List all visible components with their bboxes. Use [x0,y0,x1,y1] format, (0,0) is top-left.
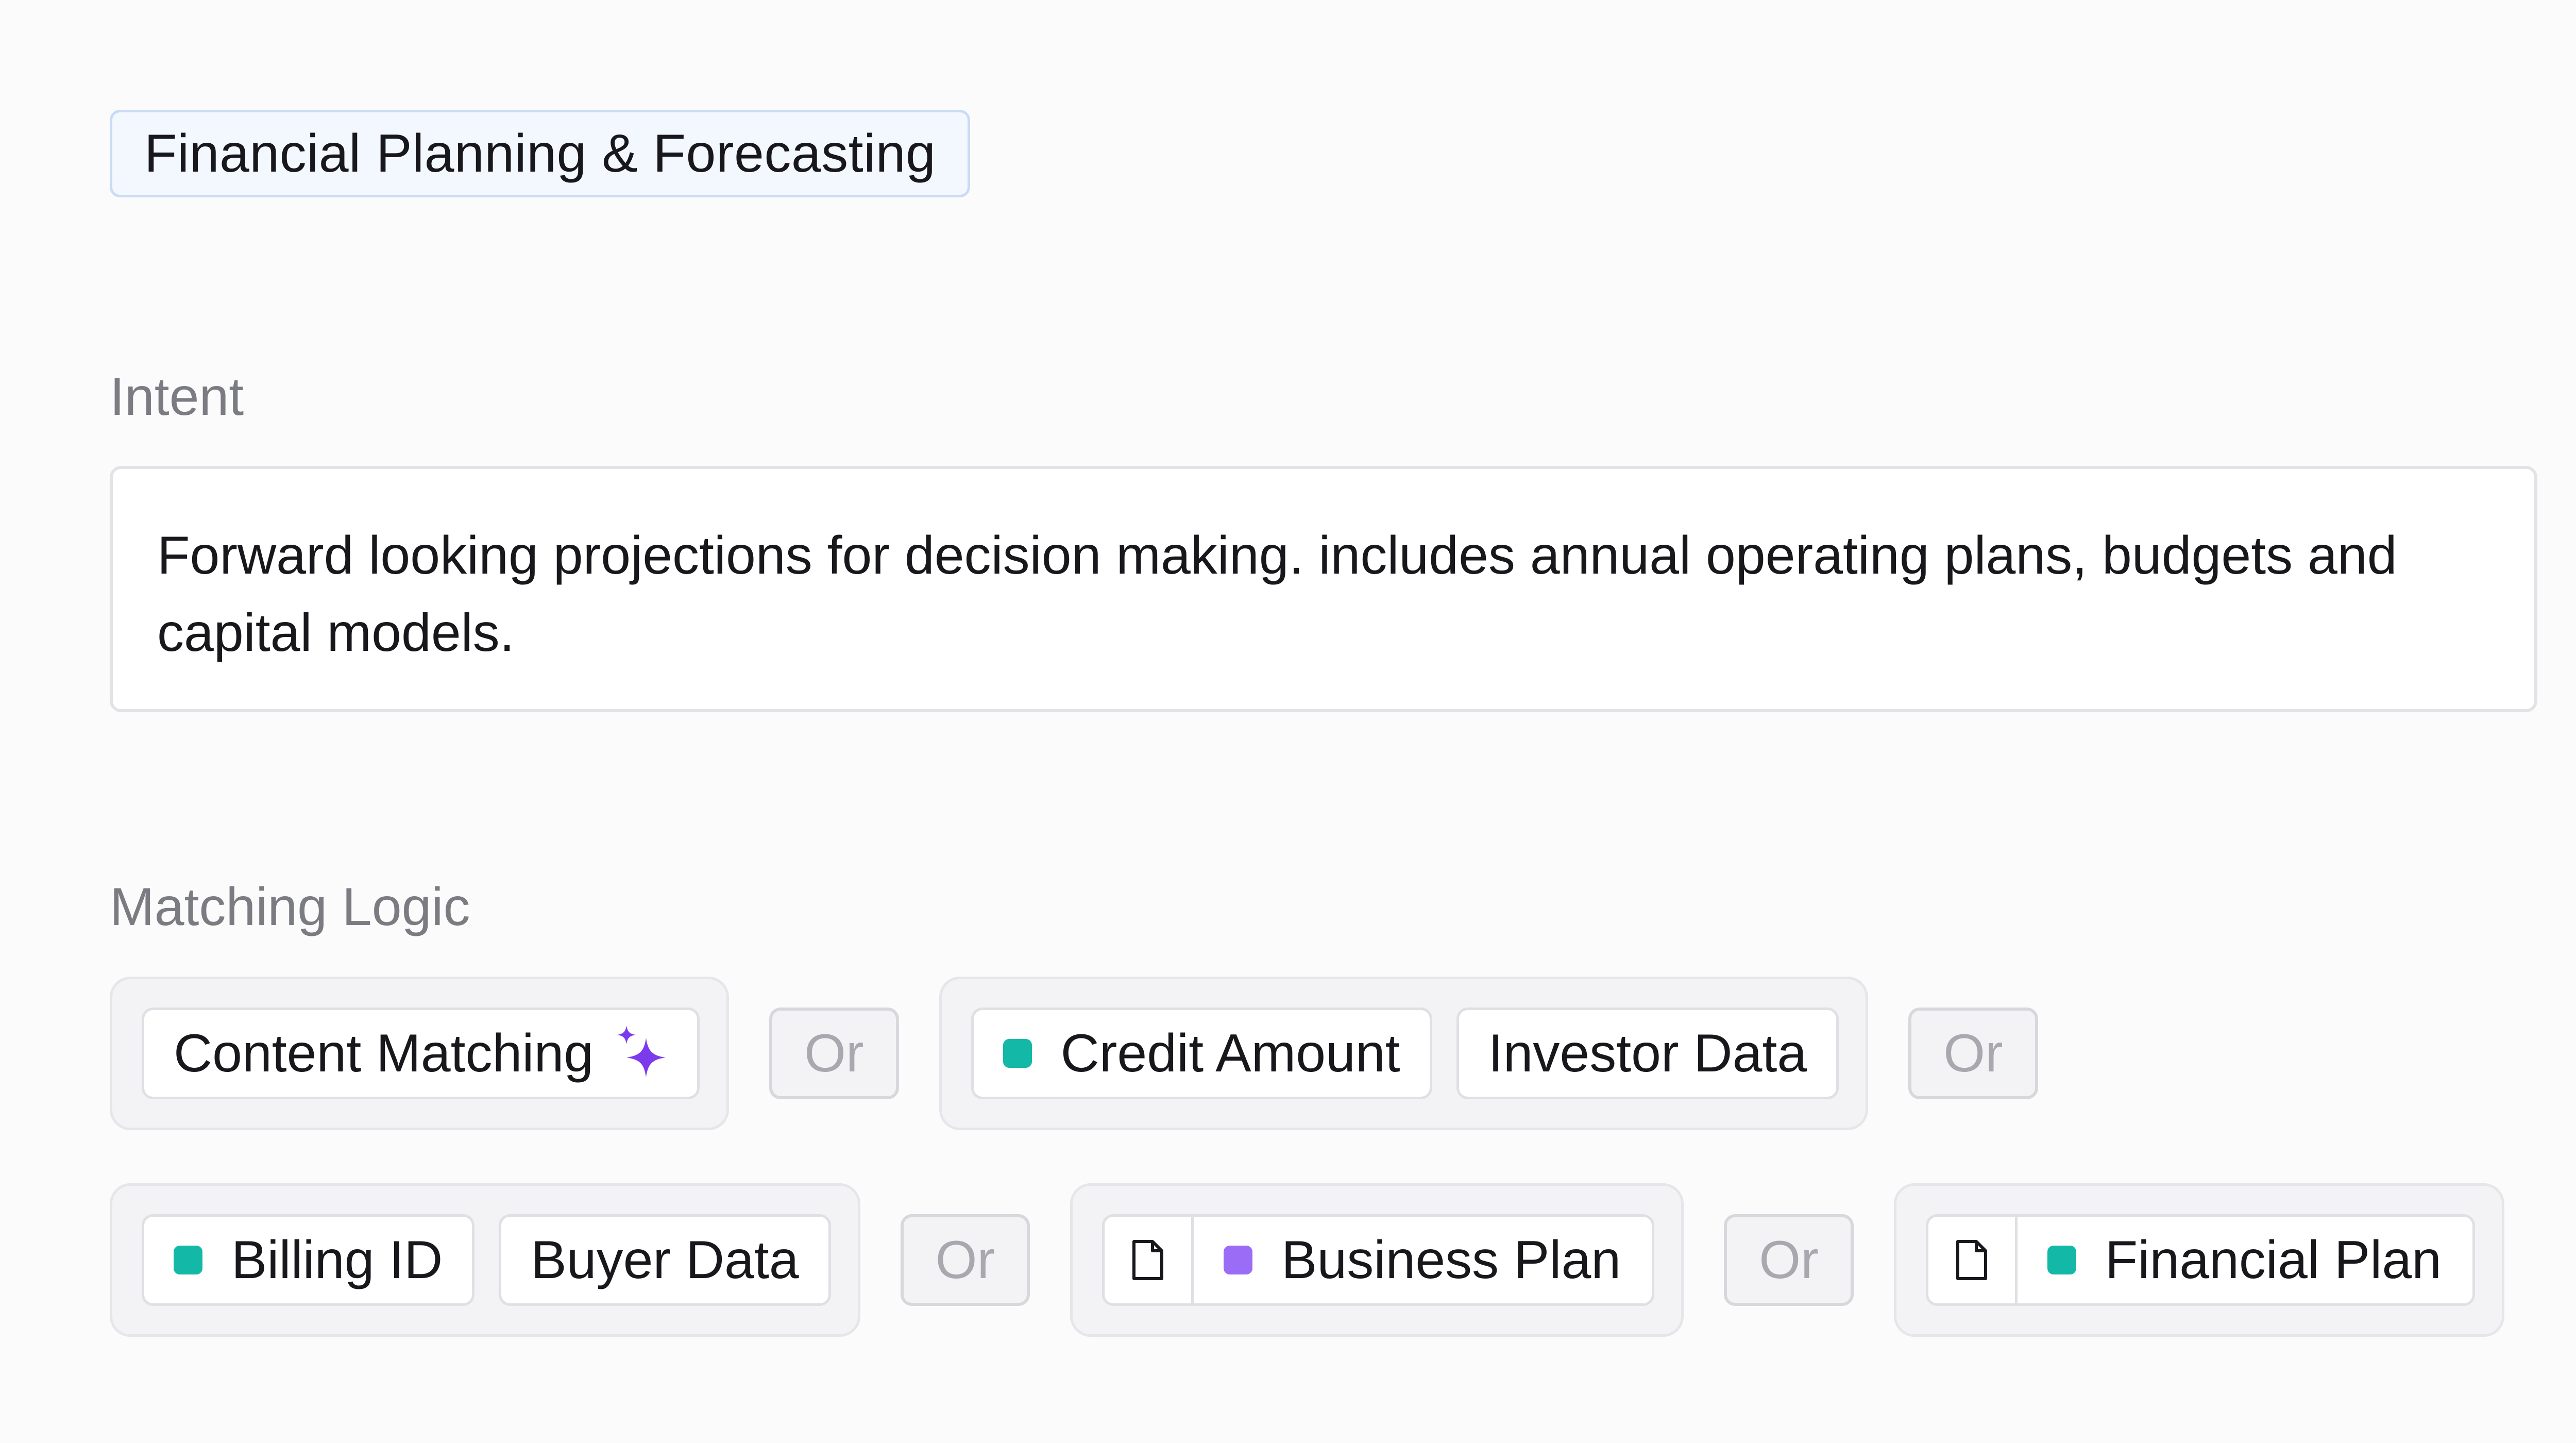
rule-group-financial-plan[interactable]: Financial Plan [1893,1183,2504,1337]
field-color-dot [174,1246,202,1274]
category-tag-label: Financial Planning & Forecasting [144,124,936,183]
category-tag[interactable]: Financial Planning & Forecasting [110,110,971,197]
sparkle-icon [614,1023,668,1083]
or-operator-label: Or [1759,1230,1819,1290]
rule-chip-label: Financial Plan [2105,1230,2442,1290]
rule-group-credit-investor[interactable]: Credit Amount Investor Data [939,977,1869,1130]
document-icon [1105,1217,1194,1303]
rule-group-business-plan[interactable]: Business Plan [1070,1183,1684,1337]
intent-heading: Intent [110,367,244,427]
matching-logic-row: Billing ID Buyer Data Or Business Plan O… [110,1183,2504,1337]
matching-logic-row: Content Matching Or Credit Amount Invest… [110,977,2038,1130]
rule-group-billing-buyer[interactable]: Billing ID Buyer Data [110,1183,860,1337]
classification-rule-card: Financial Planning & Forecasting Intent … [0,0,2576,1443]
rule-chip-label: Billing ID [231,1230,443,1290]
or-operator[interactable]: Or [1724,1214,1854,1306]
rule-chip-label: Credit Amount [1060,1023,1400,1083]
rule-chip-buyer-data[interactable]: Buyer Data [499,1214,831,1306]
rule-chip-label: Investor Data [1488,1023,1807,1083]
rule-group-content-matching[interactable]: Content Matching [110,977,730,1130]
or-operator-label: Or [804,1023,864,1083]
rule-chip-label: Buyer Data [531,1230,799,1290]
rule-chip-label: Content Matching [174,1023,594,1083]
or-operator-label: Or [935,1230,995,1290]
field-color-dot [1224,1246,1253,1274]
rule-chip-financial-plan[interactable]: Financial Plan [1925,1214,2475,1306]
field-color-dot [2047,1246,2076,1274]
or-operator[interactable]: Or [900,1214,1030,1306]
or-operator-label: Or [1943,1023,2003,1083]
matching-logic-heading: Matching Logic [110,877,470,937]
rule-chip-billing-id[interactable]: Billing ID [142,1214,475,1306]
intent-description-field[interactable]: Forward looking projections for decision… [110,466,2537,712]
rule-chip-content-matching[interactable]: Content Matching [142,1008,700,1099]
field-color-dot [1003,1039,1032,1068]
or-operator[interactable]: Or [1908,1008,2038,1099]
or-operator[interactable]: Or [769,1008,899,1099]
intent-description-text: Forward looking projections for decision… [157,526,2397,663]
document-icon [1928,1217,2018,1303]
rule-chip-label: Business Plan [1281,1230,1621,1290]
rule-chip-credit-amount[interactable]: Credit Amount [971,1008,1432,1099]
rule-chip-business-plan[interactable]: Business Plan [1102,1214,1655,1306]
rule-chip-investor-data[interactable]: Investor Data [1456,1008,1839,1099]
